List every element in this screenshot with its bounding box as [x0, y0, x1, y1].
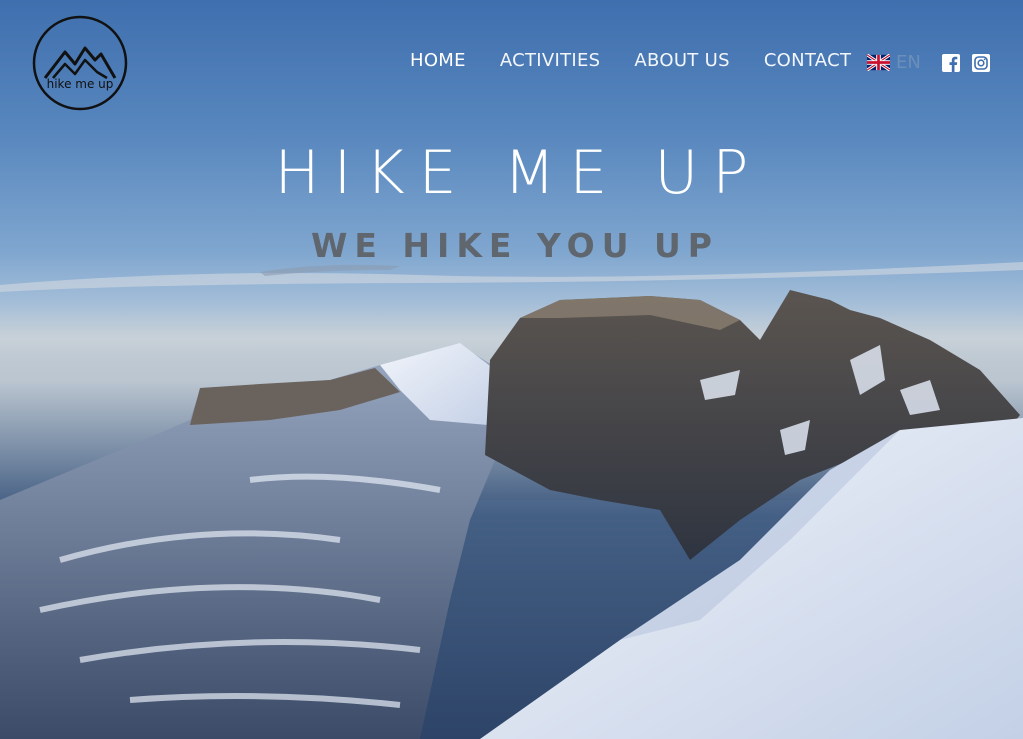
language-code: EN: [896, 52, 921, 73]
nav-about-us-link[interactable]: ABOUT US: [634, 50, 729, 71]
mountain-background-image: [0, 262, 1023, 739]
hero-title: HIKE ME UP: [274, 138, 763, 208]
language-selector[interactable]: EN: [867, 52, 921, 73]
nav-home-link[interactable]: HOME: [410, 50, 466, 71]
hero-section: hike me up HOME ACTIVITIES ABOUT US CONT…: [0, 0, 1023, 739]
uk-flag-icon: [867, 54, 890, 71]
site-logo[interactable]: hike me up: [31, 14, 129, 112]
facebook-icon[interactable]: [942, 54, 960, 72]
logo-text: hike me up: [47, 77, 114, 91]
instagram-icon[interactable]: [972, 54, 990, 72]
nav-activities-link[interactable]: ACTIVITIES: [500, 50, 601, 71]
nav-contact-link[interactable]: CONTACT: [764, 50, 851, 71]
hero-subtitle: WE HIKE YOU UP: [311, 226, 719, 265]
main-navigation: HOME ACTIVITIES ABOUT US CONTACT: [410, 50, 851, 71]
